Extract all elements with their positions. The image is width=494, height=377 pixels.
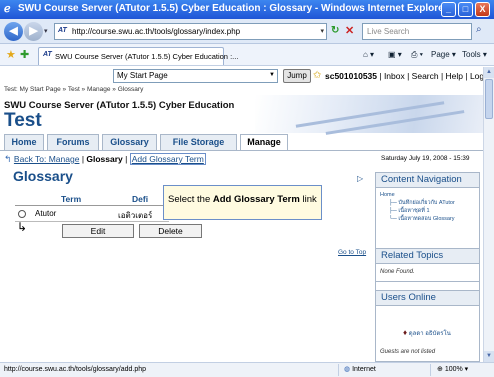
row-term: Atutor bbox=[35, 209, 57, 218]
tree-item-home[interactable]: Home bbox=[380, 191, 455, 199]
history-dropdown-icon[interactable]: ▾ bbox=[44, 27, 48, 35]
jump-button[interactable]: Jump bbox=[283, 69, 311, 83]
header-term: Term bbox=[61, 194, 82, 204]
status-url: http://course.swu.ac.th/tools/glossary/a… bbox=[4, 366, 147, 373]
home-command-button[interactable]: ⌂ ▾ bbox=[363, 50, 374, 59]
edit-button[interactable]: Edit bbox=[62, 224, 134, 238]
security-zone: ◍ Internet bbox=[344, 366, 376, 373]
globe-icon: ◍ bbox=[344, 366, 351, 373]
close-button[interactable]: X bbox=[475, 2, 490, 17]
user-star-icon: ✩ bbox=[313, 70, 322, 81]
related-topics-panel: Related Topics None Found. bbox=[375, 248, 480, 282]
breadcrumb: Test: My Start Page » Test » Manage » Gl… bbox=[4, 86, 144, 93]
tree-item[interactable]: ├─ เนื้อหาชุดที่ 1 bbox=[380, 207, 455, 215]
user-icon: ♦ bbox=[403, 328, 408, 337]
tab-forums[interactable]: Forums bbox=[47, 134, 99, 150]
site-favicon-icon: AT bbox=[58, 27, 67, 34]
back-button[interactable]: ◀ bbox=[4, 22, 23, 41]
header-banner bbox=[255, 95, 483, 135]
scroll-up-icon[interactable]: ▲ bbox=[484, 67, 494, 78]
content-tree: Home ├─ บันทึกย่อเกี่ยวกับ ATutor ├─ เนื… bbox=[380, 191, 455, 223]
search-input[interactable]: Live Search bbox=[362, 23, 472, 40]
subnav-separator: | bbox=[122, 154, 130, 164]
users-online-footer: Guests are not listed bbox=[380, 349, 436, 355]
tab-favicon-icon: AT bbox=[43, 51, 52, 58]
window-titlebar: ℯ SWU Course Server (ATutor 1.5.5) Cyber… bbox=[0, 0, 494, 19]
stop-icon[interactable]: ✕ bbox=[345, 24, 354, 37]
forward-button[interactable]: ▶ bbox=[24, 22, 43, 41]
tab-toolbar: ★ ✚ AT SWU Course Server (ATutor 1.5.5) … bbox=[0, 44, 494, 66]
username-link[interactable]: sc501010535 bbox=[325, 71, 377, 81]
zoom-level[interactable]: ⊕ 100% ▾ bbox=[437, 365, 468, 373]
go-to-top-link[interactable]: Go to Top bbox=[338, 249, 366, 256]
address-toolbar: ◀ ▶ ▾ AT http://course.swu.ac.th/tools/g… bbox=[0, 19, 494, 44]
vertical-scrollbar[interactable]: ▲ ▼ bbox=[483, 67, 494, 362]
callout-text: Select the Add Glossary Term link bbox=[168, 194, 317, 205]
maximize-button[interactable]: □ bbox=[458, 2, 473, 17]
tab-title: SWU Course Server (ATutor 1.5.5) Cyber E… bbox=[55, 52, 239, 61]
tab-manage[interactable]: Manage bbox=[240, 134, 288, 151]
row-radio[interactable] bbox=[18, 210, 26, 218]
tree-item[interactable]: └─ เนื้อหาทดสอบ Glossary bbox=[380, 215, 455, 223]
status-bar: http://course.swu.ac.th/tools/glossary/a… bbox=[0, 362, 494, 377]
jump-select[interactable]: My Start Page ▼ bbox=[113, 69, 278, 83]
users-online-panel: Users Online ♦ ดุลดา อธิบัตรโน Guests ar… bbox=[375, 290, 480, 362]
glossary-table: Term Defi Atutor เอติวเตอร์ bbox=[15, 194, 169, 222]
back-arrow-icon: ↰ bbox=[4, 154, 12, 164]
users-online-title: Users Online bbox=[376, 291, 479, 306]
ie-logo-icon: ℯ bbox=[4, 3, 11, 15]
online-user: ♦ ดุลดา อธิบัตรโน bbox=[403, 328, 451, 337]
user-menu-links[interactable]: | Inbox | Search | Help | Log-out bbox=[377, 71, 483, 81]
tools-menu-button[interactable]: Tools ▾ bbox=[462, 50, 487, 59]
collapse-sidebar-icon[interactable]: ▷ bbox=[357, 174, 363, 183]
address-dropdown-icon[interactable]: ▾ bbox=[320, 27, 324, 35]
feeds-command-button[interactable]: ▣ ▾ bbox=[388, 50, 402, 59]
select-arrow-icon: ↳ bbox=[17, 220, 28, 234]
chevron-down-icon: ▼ bbox=[269, 72, 275, 78]
browser-tab[interactable]: AT SWU Course Server (ATutor 1.5.5) Cybe… bbox=[38, 47, 238, 65]
page-title: Glossary bbox=[13, 168, 73, 184]
scroll-down-icon[interactable]: ▼ bbox=[484, 351, 494, 362]
user-links: sc501010535 | Inbox | Search | Help | Lo… bbox=[325, 71, 483, 81]
refresh-icon[interactable]: ↻ bbox=[331, 25, 339, 36]
jump-select-value: My Start Page bbox=[117, 71, 168, 80]
minimize-button[interactable]: _ bbox=[441, 2, 456, 17]
sub-navigation: ↰ Back To: Manage | Glossary | Add Gloss… bbox=[4, 153, 206, 165]
tab-file-storage[interactable]: File Storage bbox=[160, 134, 237, 150]
tree-item[interactable]: ├─ บันทึกย่อเกี่ยวกับ ATutor bbox=[380, 199, 455, 207]
tab-divider bbox=[0, 150, 483, 151]
table-row[interactable]: Atutor เอติวเตอร์ bbox=[15, 208, 169, 220]
page-viewport: My Start Page ▼ Jump ✩ sc501010535 | Inb… bbox=[0, 67, 483, 362]
instruction-callout: Select the Add Glossary Term link bbox=[163, 185, 322, 220]
search-placeholder: Live Search bbox=[367, 27, 410, 36]
address-input[interactable]: AT http://course.swu.ac.th/tools/glossar… bbox=[54, 23, 327, 40]
address-url[interactable]: http://course.swu.ac.th/tools/glossary/i… bbox=[72, 27, 240, 36]
subnav-current: Glossary bbox=[86, 154, 123, 164]
delete-button[interactable]: Delete bbox=[139, 224, 202, 238]
scroll-thumb[interactable] bbox=[485, 79, 493, 119]
content-navigation-title: Content Navigation bbox=[376, 173, 479, 188]
related-topics-body: None Found. bbox=[380, 269, 415, 275]
tab-home[interactable]: Home bbox=[4, 134, 44, 150]
course-title: Test bbox=[4, 110, 42, 131]
add-favorites-icon[interactable]: ✚ bbox=[20, 48, 29, 61]
header-definition: Defi bbox=[132, 194, 149, 204]
current-date: Saturday July 19, 2008 - 15:39 bbox=[381, 155, 470, 162]
print-command-button[interactable]: ⎙ ▾ bbox=[411, 50, 423, 60]
window-title: SWU Course Server (ATutor 1.5.5) Cyber E… bbox=[18, 3, 448, 14]
tab-glossary[interactable]: Glossary bbox=[102, 134, 157, 150]
back-to-manage-link[interactable]: Back To: Manage bbox=[14, 154, 80, 164]
search-icon[interactable]: ⌕ bbox=[476, 24, 482, 35]
favorites-star-icon[interactable]: ★ bbox=[6, 48, 16, 61]
page-menu-button[interactable]: Page ▾ bbox=[431, 50, 456, 59]
related-topics-title: Related Topics bbox=[376, 249, 479, 264]
